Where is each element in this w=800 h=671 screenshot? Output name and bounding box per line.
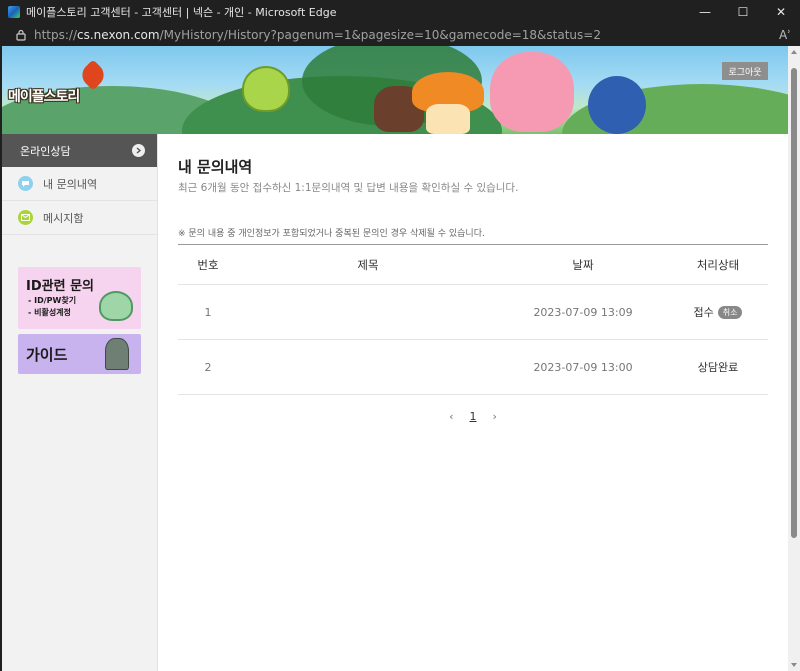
- slime-character: [242, 66, 290, 112]
- status-text: 상담완료: [697, 361, 739, 374]
- page-description: 최근 6개월 동안 접수하신 1:1문의내역 및 답변 내용을 확인하실 수 있…: [178, 182, 519, 194]
- minimize-button[interactable]: —: [686, 0, 724, 24]
- promo-title: ID관련 문의: [26, 279, 94, 294]
- status-text: 접수: [693, 306, 714, 319]
- sidebar-header-label: 온라인상담: [20, 144, 71, 158]
- sidebar-item-messages[interactable]: 메시지함: [2, 201, 157, 235]
- promo-line: - 비활성계정: [28, 308, 71, 317]
- maximize-button[interactable]: ☐: [724, 0, 762, 24]
- web-page: 메이플스토리 로그아웃 온라인상담 내 문의내역 메시지함 ID관련 문의 - …: [2, 46, 788, 671]
- id-inquiry-promo-banner[interactable]: ID관련 문의 - ID/PW찾기 - 비활성계정: [18, 267, 141, 329]
- header-title: 제목: [357, 257, 379, 272]
- chat-bubble-icon: [18, 176, 33, 191]
- slime-character: [99, 291, 133, 321]
- header-number: 번호: [197, 257, 219, 272]
- maplestory-banner: 메이플스토리 로그아웃: [2, 46, 788, 134]
- url-text[interactable]: https://cs.nexon.com/MyHistory/History?p…: [34, 28, 770, 42]
- next-page-button[interactable]: ›: [493, 410, 497, 423]
- pink-bean-character: [490, 52, 574, 132]
- window-titlebar: 메이플스토리 고객센터 - 고객센터 | 넥슨 - 개인 - Microsoft…: [0, 0, 800, 24]
- statue-character: [105, 338, 129, 370]
- url-path: /MyHistory/History?pagenum=1&pagesize=10…: [159, 28, 601, 42]
- address-bar[interactable]: https://cs.nexon.com/MyHistory/History?p…: [0, 24, 800, 46]
- page-number-current[interactable]: 1: [470, 410, 477, 423]
- pagination: ‹ 1 ›: [178, 410, 768, 423]
- close-button[interactable]: ✕: [762, 0, 800, 24]
- read-aloud-icon[interactable]: Aʾ: [770, 28, 800, 42]
- chevron-right-icon[interactable]: [132, 144, 145, 157]
- sidebar-item-my-inquiries[interactable]: 내 문의내역: [2, 167, 157, 201]
- page-title: 내 문의내역: [178, 158, 253, 176]
- inquiry-table: 번호 제목 날짜 처리상태 1 2023-07-09 13:09 접수 취소 2…: [178, 244, 768, 395]
- sidebar-header-online-consult[interactable]: 온라인상담: [2, 134, 157, 167]
- promo-line: - ID/PW찾기: [28, 296, 77, 305]
- url-host: cs.nexon.com: [77, 28, 160, 42]
- row-date: 2023-07-09 13:00: [533, 360, 633, 374]
- table-header-row: 번호 제목 날짜 처리상태: [178, 245, 768, 285]
- edge-app-icon: [8, 6, 20, 18]
- maplestory-logo[interactable]: 메이플스토리: [8, 86, 80, 106]
- row-number: 2: [204, 360, 212, 374]
- promo-title: 가이드: [26, 346, 68, 364]
- scroll-up-arrow-icon[interactable]: [791, 50, 797, 54]
- header-date: 날짜: [572, 257, 594, 272]
- row-status: 상담완료: [668, 359, 768, 375]
- mushroom-character-face: [426, 104, 470, 134]
- window-title: 메이플스토리 고객센터 - 고객센터 | 넥슨 - 개인 - Microsoft…: [26, 6, 337, 19]
- table-row[interactable]: 2 2023-07-09 13:00 상담완료: [178, 340, 768, 395]
- guide-promo-banner[interactable]: 가이드: [18, 334, 141, 374]
- table-row[interactable]: 1 2023-07-09 13:09 접수 취소: [178, 285, 768, 340]
- page-scrollbar[interactable]: [788, 46, 800, 671]
- url-scheme: https://: [34, 28, 78, 42]
- penguin-character: [588, 76, 646, 134]
- row-status: 접수 취소: [668, 304, 768, 320]
- cancel-button[interactable]: 취소: [717, 305, 743, 319]
- scroll-down-arrow-icon[interactable]: [791, 663, 797, 667]
- row-date: 2023-07-09 13:09: [533, 305, 633, 319]
- sidebar: 온라인상담 내 문의내역 메시지함 ID관련 문의 - ID/PW찾기 - 비활…: [2, 134, 158, 671]
- site-info-lock-icon[interactable]: [8, 29, 34, 41]
- row-number: 1: [204, 305, 212, 319]
- prev-page-button[interactable]: ‹: [449, 410, 453, 423]
- header-status: 처리상태: [696, 257, 740, 272]
- sidebar-item-label: 내 문의내역: [43, 177, 98, 191]
- scrollbar-thumb[interactable]: [791, 68, 797, 538]
- sidebar-item-label: 메시지함: [43, 211, 84, 225]
- deletion-notice: ※ 문의 내용 중 개인정보가 포함되었거나 중복된 문의인 경우 삭제될 수 …: [178, 229, 485, 239]
- mail-icon: [18, 210, 33, 225]
- logout-button[interactable]: 로그아웃: [722, 62, 768, 80]
